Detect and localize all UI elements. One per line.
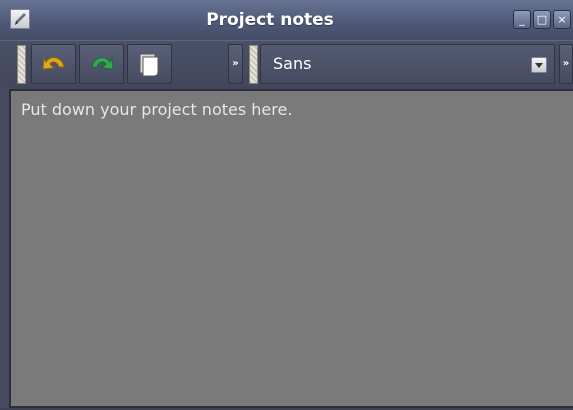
- minimize-button[interactable]: _: [513, 10, 531, 29]
- title-bar[interactable]: Project notes _ □ ×: [0, 0, 573, 41]
- notes-placeholder-text: Put down your project notes here.: [21, 100, 293, 119]
- redo-arrow-icon: [91, 56, 114, 70]
- maximize-button[interactable]: □: [533, 10, 551, 29]
- window-title: Project notes: [206, 10, 334, 30]
- app-window: Project notes _ □ × » Sans » Put down yo…: [0, 0, 573, 410]
- font-selector[interactable]: Sans: [260, 44, 555, 84]
- font-name-value: Sans: [273, 54, 312, 73]
- new-page-button[interactable]: [127, 44, 172, 84]
- chevron-down-icon[interactable]: [531, 57, 547, 73]
- toolbar-overflow-button[interactable]: »: [228, 44, 243, 84]
- notes-text-area[interactable]: Put down your project notes here.: [9, 89, 573, 408]
- font-toolbar-overflow-button[interactable]: »: [559, 44, 573, 84]
- page-icon: [139, 53, 159, 77]
- undo-button[interactable]: [31, 44, 76, 84]
- redo-button[interactable]: [79, 44, 124, 84]
- window-frame-left: [0, 87, 9, 410]
- font-toolbar-grip-handle[interactable]: [249, 45, 258, 84]
- toolbar: » Sans »: [0, 40, 573, 88]
- undo-arrow-icon: [42, 56, 65, 70]
- close-button[interactable]: ×: [553, 10, 571, 29]
- toolbar-grip-handle[interactable]: [17, 45, 26, 84]
